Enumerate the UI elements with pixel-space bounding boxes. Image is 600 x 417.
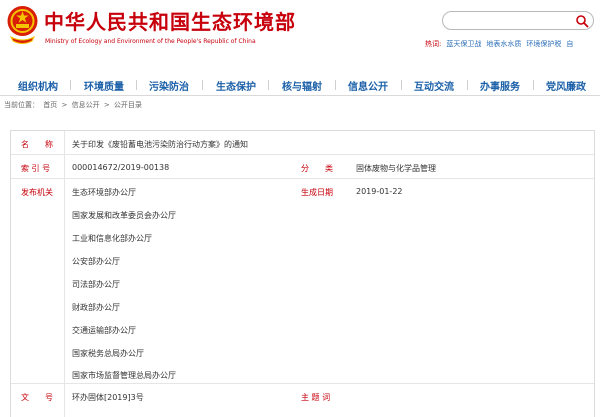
search-icon[interactable] xyxy=(575,14,589,28)
nav-divider xyxy=(268,80,269,90)
name-label: 名 称 xyxy=(21,140,53,149)
breadcrumb-prefix: 当前位置： xyxy=(4,101,39,109)
nav-divider xyxy=(533,80,534,90)
nav-divider xyxy=(136,80,137,90)
nav-item-eco-protection[interactable]: 生态保护 xyxy=(216,78,256,93)
index-number: 000014672/2019-00138 xyxy=(72,163,170,172)
breadcrumb-public-catalog[interactable]: 公开目录 xyxy=(114,101,142,109)
nav-item-interaction[interactable]: 互动交流 xyxy=(414,78,454,93)
site-title[interactable]: 中华人民共和国生态环境部 xyxy=(44,6,296,35)
nav-item-party-integrity[interactable]: 党风廉政 xyxy=(546,78,586,93)
nav-item-environment-quality[interactable]: 环境质量 xyxy=(84,78,124,93)
category-value: 固体废物与化学品管理 xyxy=(356,164,436,173)
issuer-item: 生态环境部办公厅 xyxy=(72,188,136,197)
nav-item-information-disclosure[interactable]: 信息公开 xyxy=(348,78,388,93)
nav-item-pollution-control[interactable]: 污染防治 xyxy=(149,78,189,93)
category-label: 分 类 xyxy=(301,164,333,173)
breadcrumb-home[interactable]: 首页 xyxy=(43,101,57,109)
nav-item-services[interactable]: 办事服务 xyxy=(480,78,520,93)
breadcrumb-separator: > xyxy=(61,101,68,109)
main-nav: 组织机构 环境质量 污染防治 生态保护 核与辐射 信息公开 互动交流 办事服务 … xyxy=(0,74,600,96)
breadcrumb: 当前位置： 首页 > 信息公开 > 公开目录 xyxy=(4,100,144,110)
column-divider xyxy=(64,131,65,417)
hot-word-link[interactable]: 自 xyxy=(566,40,573,48)
nav-divider xyxy=(401,80,402,90)
breadcrumb-separator: > xyxy=(103,101,110,109)
issuer-item: 工业和信息化部办公厅 xyxy=(72,234,152,243)
document-title: 关于印发《废铅蓄电池污染防治行动方案》的通知 xyxy=(72,140,248,149)
site-header: 中华人民共和国生态环境部 Ministry of Ecology and Env… xyxy=(0,0,600,62)
date-value: 2019-01-22 xyxy=(356,187,403,196)
page: 中华人民共和国生态环境部 Ministry of Ecology and Env… xyxy=(0,0,600,417)
issuer-label: 发布机关 xyxy=(21,188,53,197)
issuer-item: 国家发展和改革委员会办公厅 xyxy=(72,211,176,220)
nav-divider xyxy=(70,80,71,90)
hot-word-link[interactable]: 环境保护税 xyxy=(526,40,561,48)
national-emblem-icon[interactable] xyxy=(6,3,39,47)
issuer-item: 司法部办公厅 xyxy=(72,280,120,289)
hot-word-link[interactable]: 地表水水质 xyxy=(486,40,521,48)
site-subtitle: Ministry of Ecology and Environment of t… xyxy=(45,38,256,45)
issuer-item: 交通运输部办公厅 xyxy=(72,326,136,335)
document-info-table: 名 称 关于印发《废铅蓄电池污染防治行动方案》的通知 索 引 号 0000146… xyxy=(10,130,595,417)
issuer-item: 国家税务总局办公厅 xyxy=(72,349,144,358)
search-input[interactable] xyxy=(442,11,594,30)
breadcrumb-information-disclosure[interactable]: 信息公开 xyxy=(72,101,100,109)
issuer-item: 财政部办公厅 xyxy=(72,303,120,312)
nav-divider xyxy=(202,80,203,90)
doc-number-label: 文 号 xyxy=(21,393,53,402)
hot-word-link[interactable]: 蓝天保卫战 xyxy=(446,40,481,48)
subject-label: 主 题 词 xyxy=(301,393,331,402)
nav-divider xyxy=(335,80,336,90)
nav-item-nuclear-radiation[interactable]: 核与辐射 xyxy=(282,78,322,93)
nav-item-organization[interactable]: 组织机构 xyxy=(18,78,58,93)
issuer-item: 国家市场监督管理总局办公厅 xyxy=(72,371,176,380)
issuer-item: 公安部办公厅 xyxy=(72,257,120,266)
hot-words-label: 热词: xyxy=(425,40,442,48)
nav-divider xyxy=(467,80,468,90)
hot-words: 热词: 蓝天保卫战 地表水水质 环境保护税自 xyxy=(425,39,573,49)
index-label: 索 引 号 xyxy=(21,164,51,173)
date-label: 生成日期 xyxy=(301,188,333,197)
doc-number-value: 环办固体[2019]3号 xyxy=(72,393,144,402)
